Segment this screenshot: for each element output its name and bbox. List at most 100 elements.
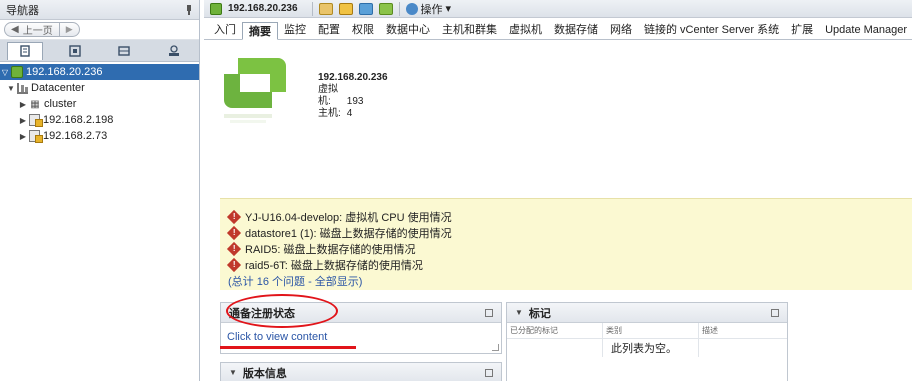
inventory-tabs — [0, 40, 199, 62]
navigator-title: 导航器 — [6, 4, 39, 17]
annotation-underline — [220, 346, 356, 349]
tab-summary[interactable]: 摘要 — [242, 22, 278, 40]
main-panel: 192.168.20.236 操作 ▾ 入门 摘要 监控 配置 权限 数据中心 … — [204, 0, 912, 381]
back-label: 上一页 — [22, 26, 53, 37]
storage-icon — [118, 45, 131, 56]
object-tabs: 入门 摘要 监控 配置 权限 数据中心 主机和群集 虚拟机 数据存储 网络 链接… — [204, 18, 912, 40]
tab-hosts-clusters[interactable]: 主机和群集 — [436, 21, 503, 39]
vcenter-icon — [210, 2, 222, 15]
maximize-icon[interactable] — [771, 308, 779, 317]
add-host-icon[interactable] — [358, 2, 373, 15]
tree-item-vcenter[interactable]: ▽ 192.168.20.236 — [0, 64, 199, 80]
column-header-description[interactable]: 描述 — [699, 323, 787, 338]
vms-templates-tab[interactable] — [57, 42, 93, 60]
annotation-ellipse — [226, 294, 338, 328]
tree-item-host[interactable]: ▶ 192.168.2.198 — [0, 112, 199, 128]
vm-count-value: 193 — [346, 96, 364, 107]
tab-datastores[interactable]: 数据存储 — [548, 21, 604, 39]
column-header-assigned-tag[interactable]: 已分配的标记 — [507, 323, 603, 338]
empty-cell — [507, 339, 603, 357]
tab-linked-vcenter[interactable]: 链接的 vCenter Server 系统 — [638, 21, 785, 39]
back-arrow-icon: ◀ — [11, 24, 19, 35]
expand-toggle-icon[interactable]: ▶ — [18, 132, 28, 141]
inventory-tree: ▽ 192.168.20.236 ▼ Datacenter ▶ ▦ cluste… — [0, 62, 199, 144]
history-bar: ◀ 上一页 ▶ — [0, 20, 199, 40]
alerts-panel: YJ-U16.04-develop: 虚拟机 CPU 使用情况 datastor… — [220, 198, 912, 290]
version-portlet-header[interactable]: ▼ 版本信息 — [221, 363, 501, 381]
pin-icon[interactable] — [185, 4, 193, 15]
actions-label: 操作 — [420, 3, 443, 16]
actions-menu[interactable]: 操作 ▾ — [405, 1, 452, 17]
vm-count-label: 虚拟机: — [318, 84, 338, 107]
empty-message: 此列表为空。 — [603, 339, 699, 357]
toolbar-separator — [398, 1, 400, 16]
forward-button[interactable]: ▶ — [59, 22, 80, 37]
chevron-down-icon: ▾ — [445, 3, 452, 15]
datacenter-icon — [17, 82, 28, 94]
expand-toggle-icon[interactable]: ▶ — [18, 116, 28, 125]
tab-update-manager[interactable]: Update Manager — [819, 21, 912, 39]
networking-icon — [169, 44, 180, 56]
alert-text: datastore1 (1): 磁盘上数据存储的使用情况 — [245, 228, 452, 240]
collapse-arrow-icon[interactable]: ▼ — [515, 308, 523, 317]
vcenter-icon — [11, 66, 23, 78]
vcenter-logo — [224, 58, 286, 123]
host-warning-icon — [29, 130, 43, 143]
alert-item[interactable]: YJ-U16.04-develop: 虚拟机 CPU 使用情况 — [226, 209, 904, 225]
vm-count-row: 虚拟机: 193 — [318, 84, 388, 108]
collapse-arrow-icon[interactable]: ▼ — [229, 368, 237, 377]
tree-item-label: 192.168.2.73 — [43, 130, 108, 142]
back-button[interactable]: ◀ 上一页 — [4, 22, 60, 37]
navigator-panel: 导航器 ◀ 上一页 ▶ ▽ 192.168.20.236 ▼ Datacente… — [0, 0, 200, 381]
tags-table-header: 已分配的标记 类别 描述 — [507, 323, 787, 339]
hosts-clusters-icon — [20, 45, 30, 57]
expand-toggle-icon[interactable]: ▽ — [0, 68, 10, 77]
tab-networks[interactable]: 网络 — [604, 21, 638, 39]
new-datacenter-icon[interactable] — [318, 2, 333, 15]
empty-cell — [699, 339, 787, 357]
column-header-category[interactable]: 类别 — [603, 323, 699, 338]
resize-grip-icon[interactable] — [492, 344, 499, 351]
hosts-clusters-tab[interactable] — [6, 41, 43, 60]
new-vm-icon[interactable] — [378, 2, 393, 15]
tree-item-label: 192.168.2.198 — [43, 114, 114, 126]
object-header: 192.168.20.236 操作 ▾ — [204, 0, 912, 18]
storage-tab[interactable] — [106, 42, 142, 60]
maximize-icon[interactable] — [485, 308, 493, 317]
alert-item[interactable]: raid5-6T: 磁盘上数据存储的使用情况 — [226, 257, 904, 273]
vms-templates-icon — [68, 44, 81, 57]
host-count-label: 主机: — [318, 108, 341, 119]
toolbar-separator — [311, 1, 313, 16]
expand-toggle-icon[interactable]: ▶ — [18, 100, 28, 109]
host-count-row: 主机: 4 — [318, 108, 388, 120]
alert-item[interactable]: datastore1 (1): 磁盘上数据存储的使用情况 — [226, 225, 904, 241]
tab-vms[interactable]: 虚拟机 — [503, 21, 548, 39]
alert-text: RAID5: 磁盘上数据存储的使用情况 — [245, 244, 416, 256]
tree-item-datacenter[interactable]: ▼ Datacenter — [0, 80, 199, 96]
tab-getting-started[interactable]: 入门 — [208, 21, 242, 39]
tab-permissions[interactable]: 权限 — [346, 21, 380, 39]
tags-title: 标记 — [528, 307, 551, 320]
tree-item-label: 192.168.20.236 — [26, 66, 103, 78]
tags-portlet: ▼ 标记 已分配的标记 类别 描述 此列表为空。 — [506, 302, 788, 381]
alerts-show-all-link[interactable]: (总计 16 个问题 - 全部显示) — [228, 273, 904, 289]
host-warning-icon — [29, 114, 43, 127]
view-content-link[interactable]: Click to view content — [227, 331, 327, 343]
expand-toggle-icon[interactable]: ▼ — [6, 84, 16, 93]
tree-item-label: Datacenter — [31, 82, 85, 94]
version-portlet: ▼ 版本信息 — [220, 362, 502, 381]
cluster-icon: ▦ — [30, 98, 40, 110]
tree-item-cluster[interactable]: ▶ ▦ cluster — [0, 96, 199, 112]
tab-monitor[interactable]: 监控 — [278, 21, 312, 39]
new-folder-icon[interactable] — [338, 2, 353, 15]
tree-item-host[interactable]: ▶ 192.168.2.73 — [0, 128, 199, 144]
tab-extensions[interactable]: 扩展 — [785, 21, 819, 39]
networking-tab[interactable] — [156, 42, 192, 60]
tab-configure[interactable]: 配置 — [312, 21, 346, 39]
alert-text: raid5-6T: 磁盘上数据存储的使用情况 — [245, 260, 423, 272]
tab-datacenters[interactable]: 数据中心 — [380, 21, 436, 39]
tags-empty-row: 此列表为空。 — [507, 339, 787, 357]
tags-portlet-header[interactable]: ▼ 标记 — [507, 303, 787, 323]
alert-item[interactable]: RAID5: 磁盘上数据存储的使用情况 — [226, 241, 904, 257]
maximize-icon[interactable] — [485, 368, 493, 377]
